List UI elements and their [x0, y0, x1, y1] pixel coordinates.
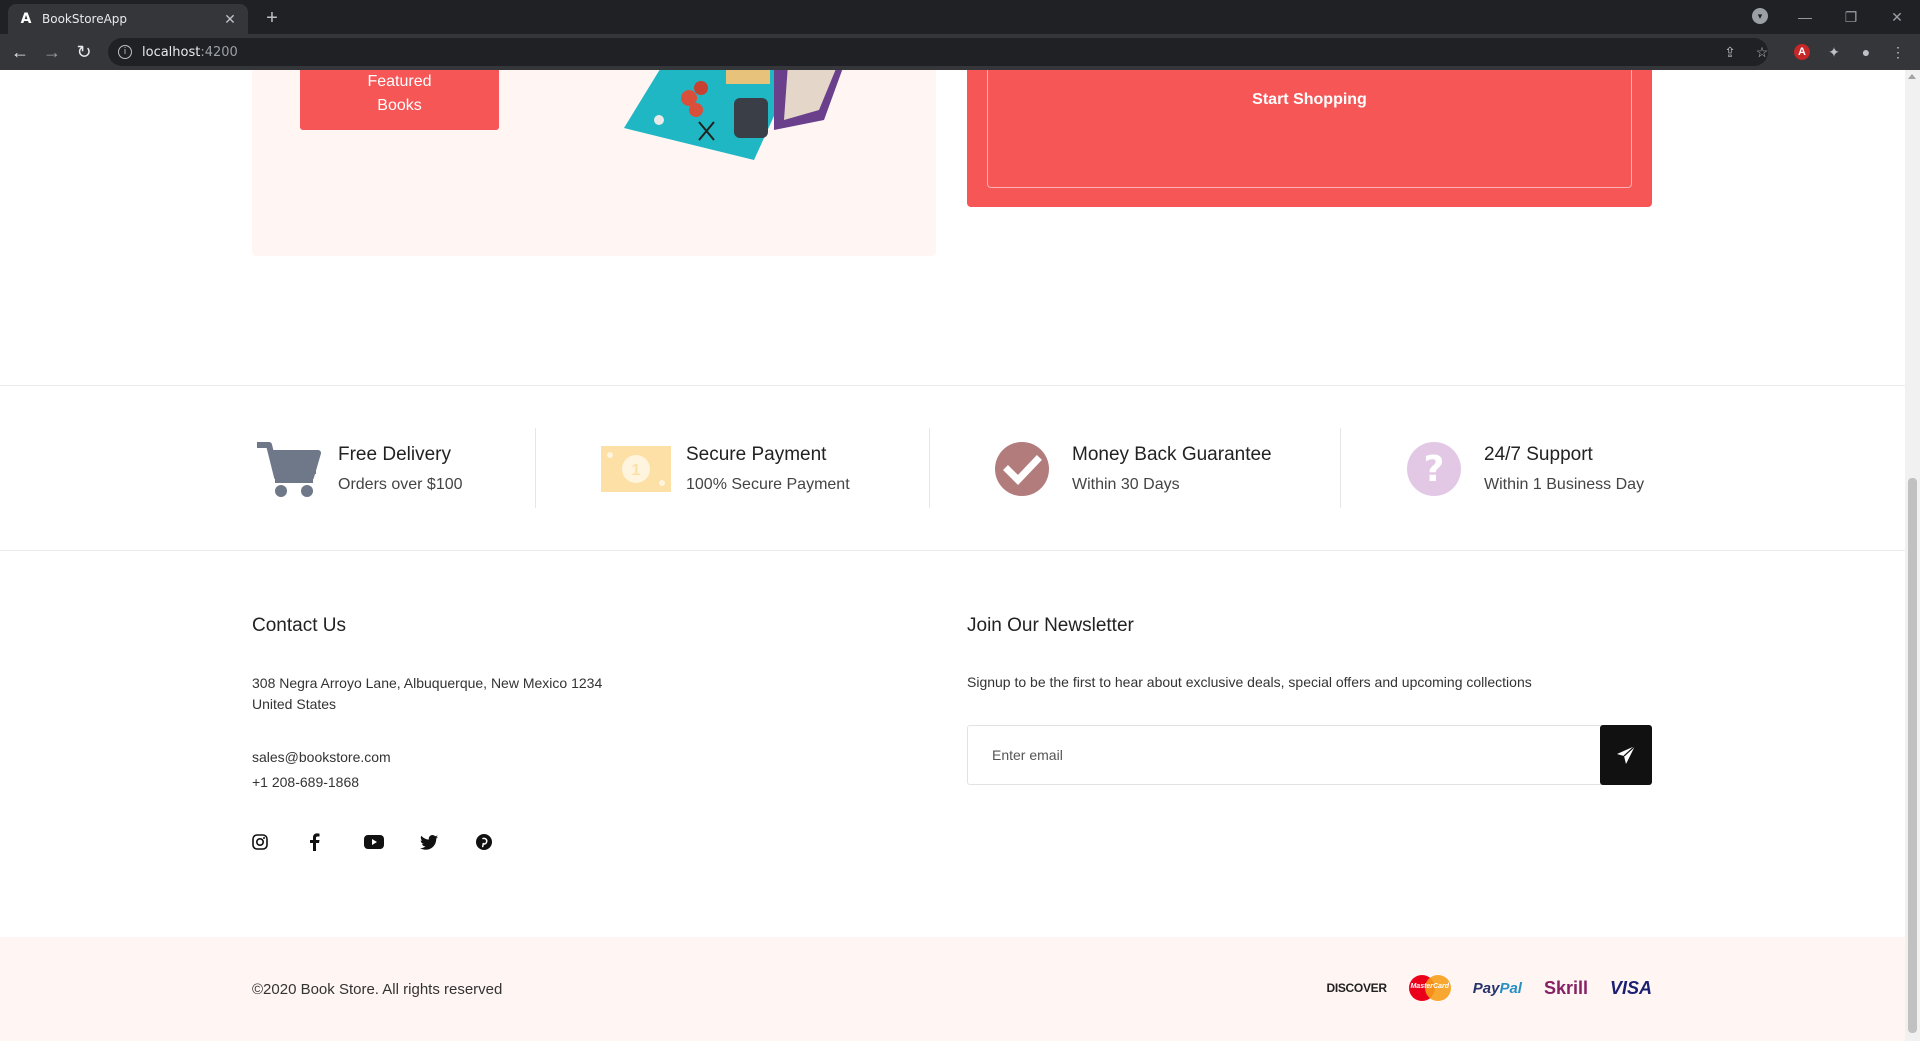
feature-divider — [535, 428, 536, 508]
features-strip: Free Delivery Orders over $100 1 Secure … — [0, 385, 1905, 551]
angular-extension-icon[interactable]: A — [1794, 44, 1810, 60]
paypal-logo: PayPal — [1472, 979, 1522, 997]
email-field[interactable] — [968, 726, 1600, 784]
page-scrollbar[interactable] — [1905, 70, 1920, 1041]
shopping-promo-frame: Start Shopping — [987, 70, 1632, 188]
feature-secure-payment: 1 Secure Payment 100% Secure Payment — [600, 386, 850, 552]
angular-favicon-icon: A — [20, 11, 32, 27]
feature-divider — [1340, 428, 1341, 508]
start-shopping-button[interactable]: Start Shopping — [988, 91, 1631, 109]
feature-title: Secure Payment — [686, 444, 827, 465]
browser-toolbar: ← → ↻ i localhost:4200 ⇪ ☆ A ✦ ● ⋮ — [0, 34, 1920, 70]
feature-subtitle: 100% Secure Payment — [686, 476, 850, 493]
menu-kebab-icon[interactable]: ⋮ — [1888, 42, 1908, 62]
pinterest-icon[interactable] — [476, 830, 532, 854]
featured-promo-card: Featured Books — [252, 70, 936, 256]
feature-title: 24/7 Support — [1484, 444, 1593, 465]
site-info-icon[interactable]: i — [118, 45, 132, 59]
bookmark-star-icon[interactable]: ☆ — [1752, 42, 1772, 62]
contact-email[interactable]: sales@bookstore.com — [252, 747, 391, 768]
feature-money-back: Money Back Guarantee Within 30 Days — [986, 386, 1272, 552]
svg-text:?: ? — [1424, 449, 1445, 490]
minimize-icon[interactable]: — — [1782, 0, 1828, 34]
contact-title: Contact Us — [252, 615, 346, 636]
books-illustration — [624, 70, 843, 160]
new-tab-icon[interactable]: + — [260, 6, 284, 30]
svg-text:1: 1 — [632, 462, 641, 479]
url-host: localhost — [142, 44, 201, 60]
contact-phone[interactable]: +1 208-689-1868 — [252, 772, 359, 793]
close-tab-icon[interactable]: ✕ — [222, 11, 238, 28]
address-bar[interactable]: i localhost:4200 — [108, 38, 1768, 66]
visa-logo: VISA — [1609, 977, 1652, 998]
featured-books-button[interactable]: Featured Books — [300, 70, 499, 130]
instagram-icon[interactable] — [252, 830, 308, 854]
browser-tab-bar: A BookStoreApp ✕ + ▾ — ❐ ✕ — [0, 0, 1920, 34]
extensions-puzzle-icon[interactable]: ✦ — [1824, 42, 1844, 62]
address-line-2: United States — [252, 696, 337, 712]
feature-title: Free Delivery — [338, 444, 451, 465]
social-links — [252, 830, 532, 854]
question-circle-icon: ? — [1398, 439, 1470, 499]
feature-subtitle: Orders over $100 — [338, 476, 463, 493]
feature-free-delivery: Free Delivery Orders over $100 — [252, 386, 463, 552]
feature-divider — [929, 428, 930, 508]
paper-plane-icon — [1617, 745, 1636, 764]
feature-subtitle: Within 30 Days — [1072, 476, 1180, 493]
url-port: :4200 — [200, 44, 238, 60]
address-line-1: 308 Negra Arroyo Lane, Albuquerque, New … — [252, 675, 603, 691]
twitter-icon[interactable] — [420, 830, 476, 854]
share-icon[interactable]: ⇪ — [1720, 42, 1740, 62]
newsletter-title: Join Our Newsletter — [967, 615, 1134, 636]
payment-methods: DISCOVER MasterCard PayPal Skrill VISA — [1326, 975, 1652, 1001]
contact-address: 308 Negra Arroyo Lane, Albuquerque, New … — [252, 673, 602, 715]
shopping-promo-card: Start Shopping — [967, 70, 1652, 207]
youtube-icon[interactable] — [364, 830, 420, 854]
featured-books-label-line1: Featured — [367, 73, 432, 90]
tab-search-icon[interactable]: ▾ — [1752, 8, 1768, 24]
skrill-logo: Skrill — [1543, 977, 1588, 998]
footer-bottom-bar: ©2020 Book Store. All rights reserved DI… — [0, 937, 1905, 1041]
back-icon[interactable]: ← — [8, 40, 32, 64]
cart-icon — [252, 439, 324, 499]
newsletter-subtitle: Signup to be the first to hear about exc… — [967, 674, 1532, 690]
money-icon: 1 — [600, 439, 672, 499]
newsletter-form — [967, 725, 1652, 785]
featured-books-label-line2: Books — [377, 97, 422, 114]
check-circle-icon — [986, 439, 1058, 499]
tab-title: BookStoreApp — [42, 12, 128, 26]
feature-title: Money Back Guarantee — [1072, 444, 1272, 465]
scroll-up-arrow-icon[interactable] — [1908, 74, 1916, 79]
profile-icon[interactable]: ● — [1856, 42, 1876, 62]
page-content: Featured Books Start Shopping Free Deliv… — [0, 70, 1905, 1041]
copyright-text: ©2020 Book Store. All rights reserved — [252, 981, 503, 998]
forward-icon[interactable]: → — [40, 40, 64, 64]
subscribe-button[interactable] — [1600, 725, 1652, 785]
mastercard-logo: MasterCard — [1408, 975, 1451, 1001]
discover-logo: DISCOVER — [1326, 981, 1387, 995]
facebook-icon[interactable] — [308, 830, 364, 854]
feature-subtitle: Within 1 Business Day — [1484, 476, 1645, 493]
scrollbar-thumb[interactable] — [1908, 478, 1917, 1033]
window-close-icon[interactable]: ✕ — [1874, 0, 1920, 34]
browser-tab[interactable]: A BookStoreApp ✕ — [8, 4, 248, 34]
feature-support: ? 24/7 Support Within 1 Business Day — [1398, 386, 1644, 552]
reload-icon[interactable]: ↻ — [72, 40, 96, 64]
restore-icon[interactable]: ❐ — [1828, 0, 1874, 34]
